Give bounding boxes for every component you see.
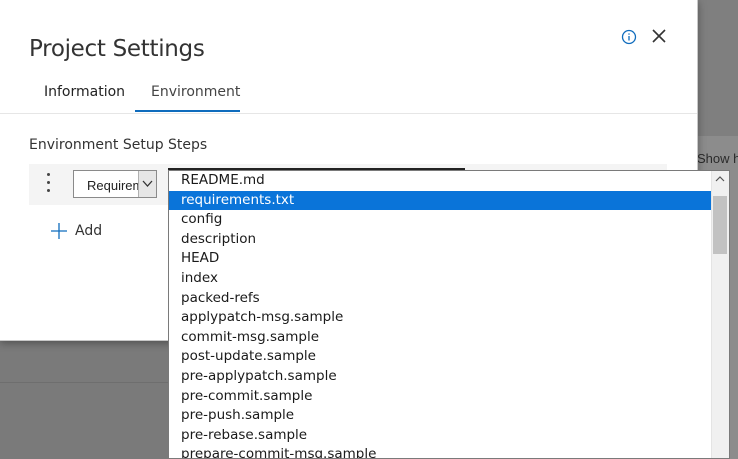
active-tab-indicator: [135, 110, 240, 112]
drag-handle-icon[interactable]: [46, 173, 52, 195]
dropdown-option[interactable]: packed-refs: [169, 289, 729, 309]
dropdown-option[interactable]: pre-rebase.sample: [169, 426, 729, 446]
step-type-value: Requirements: [87, 178, 139, 193]
step-type-select[interactable]: Requirements: [73, 170, 157, 198]
file-dropdown-list[interactable]: README.md requirements.txt config descri…: [168, 170, 730, 459]
dropdown-option[interactable]: prepare-commit-msg.sample: [169, 445, 729, 458]
dropdown-option[interactable]: post-update.sample: [169, 347, 729, 367]
dropdown-option[interactable]: commit-msg.sample: [169, 328, 729, 348]
close-icon[interactable]: [651, 28, 667, 44]
dropdown-option[interactable]: HEAD: [169, 249, 729, 269]
dropdown-option[interactable]: pre-applypatch.sample: [169, 367, 729, 387]
dropdown-option[interactable]: pre-push.sample: [169, 406, 729, 426]
dropdown-option-selected[interactable]: requirements.txt: [169, 190, 729, 211]
plus-icon: [51, 223, 67, 239]
add-step-label: Add: [75, 223, 103, 239]
tab-environment[interactable]: Environment: [151, 84, 240, 100]
dropdown-option[interactable]: applypatch-msg.sample: [169, 308, 729, 328]
info-icon[interactable]: [621, 29, 637, 45]
tabs-divider: [0, 113, 697, 114]
tab-bar: Information Environment: [0, 78, 697, 114]
chevron-down-icon[interactable]: [138, 171, 156, 197]
dropdown-option[interactable]: config: [169, 210, 729, 230]
scrollbar-thumb[interactable]: [713, 196, 727, 254]
dropdown-scrollbar[interactable]: [711, 171, 729, 458]
background-show-text: Show h: [697, 151, 738, 166]
section-label: Environment Setup Steps: [29, 137, 208, 153]
tab-information[interactable]: Information: [44, 84, 125, 100]
background-page-left: [0, 340, 168, 459]
dropdown-option[interactable]: index: [169, 269, 729, 289]
scroll-up-arrow-icon[interactable]: [714, 174, 726, 184]
dropdown-option[interactable]: description: [169, 230, 729, 250]
background-divider: [0, 382, 168, 383]
dropdown-option[interactable]: pre-commit.sample: [169, 387, 729, 407]
dropdown-option[interactable]: README.md: [169, 171, 729, 191]
file-options: README.md requirements.txt config descri…: [169, 171, 729, 458]
dialog-title: Project Settings: [29, 36, 205, 62]
